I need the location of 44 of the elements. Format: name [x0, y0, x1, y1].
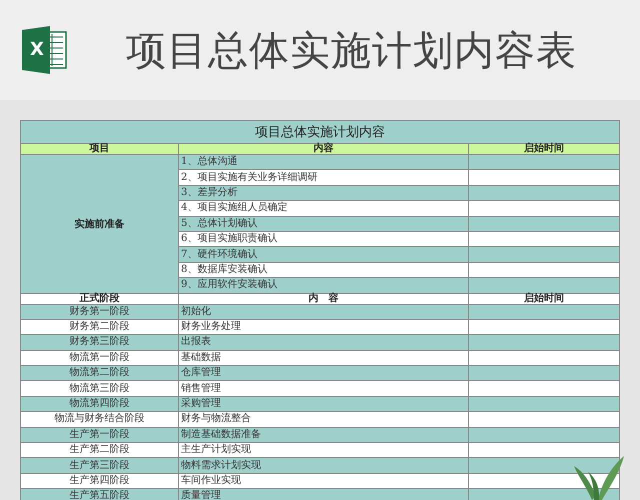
table-cell: 质量管理 [178, 488, 468, 500]
table-cell: 制造基础数据准备 [178, 426, 468, 442]
table-cell: 出报表 [178, 334, 468, 350]
table-cell: 主生产计划实现 [178, 442, 468, 458]
page-title: 项目总体实施计划内容表 [126, 26, 577, 76]
table-cell: 仓库管理 [178, 365, 468, 380]
column-header: 启始时间 [468, 292, 619, 304]
table-cell: 财务与物流整合 [178, 411, 468, 427]
table-cell: 销售管理 [178, 380, 468, 396]
table-cell: 实施前准备 [21, 154, 178, 293]
table-cell: 车间作业实现 [178, 472, 468, 488]
table-cell: 物流第四阶段 [21, 396, 178, 412]
table-cell: 生产第五阶段 [21, 488, 178, 500]
table-cell: 物流第一阶段 [21, 350, 178, 366]
table-cell: 初始化 [178, 304, 468, 319]
table-cell: 5、总体计划确认 [178, 216, 468, 231]
sheet-title: 项目总体实施计划内容 [21, 120, 619, 143]
table-cell: 4、项目实施组人员确定 [178, 200, 468, 216]
table-cell: 物流与财务结合阶段 [21, 411, 178, 427]
table-cell: 财务第一阶段 [21, 304, 178, 319]
table-cell: 财务第三阶段 [21, 334, 178, 350]
column-header: 正式阶段 [21, 292, 178, 304]
table-cell: 生产第二阶段 [21, 442, 178, 458]
table-cell: 生产第四阶段 [21, 472, 178, 488]
table-cell: 6、项目实施职责确认 [178, 230, 468, 246]
table-cell: 财务业务处理 [178, 318, 468, 334]
column-header: 启始时间 [468, 143, 619, 154]
table-cell: 3、差异分析 [178, 184, 468, 200]
table-cell: 物流第三阶段 [21, 380, 178, 396]
table-cell: 财务第二阶段 [21, 318, 178, 334]
table-cell: 生产第三阶段 [21, 457, 178, 473]
column-header: 内容 [178, 143, 468, 154]
table-cell: 8、数据库安装确认 [178, 262, 468, 278]
table-cell: 物流第二阶段 [21, 365, 178, 380]
table-cell: 9、应用软件安装确认 [178, 277, 468, 293]
table-cell: 7、硬件环境确认 [178, 246, 468, 262]
table-cell: 1、总体沟通 [178, 154, 468, 170]
table-cell: 采购管理 [178, 396, 468, 412]
column-header: 内 容 [178, 292, 468, 304]
table-cell: 2、项目实施有关业务详细调研 [178, 169, 468, 185]
column-header: 项目 [21, 143, 178, 154]
table-cell: 基础数据 [178, 350, 468, 366]
table-cell: 生产第一阶段 [21, 426, 178, 442]
table-cell: 物料需求计划实现 [178, 457, 468, 473]
